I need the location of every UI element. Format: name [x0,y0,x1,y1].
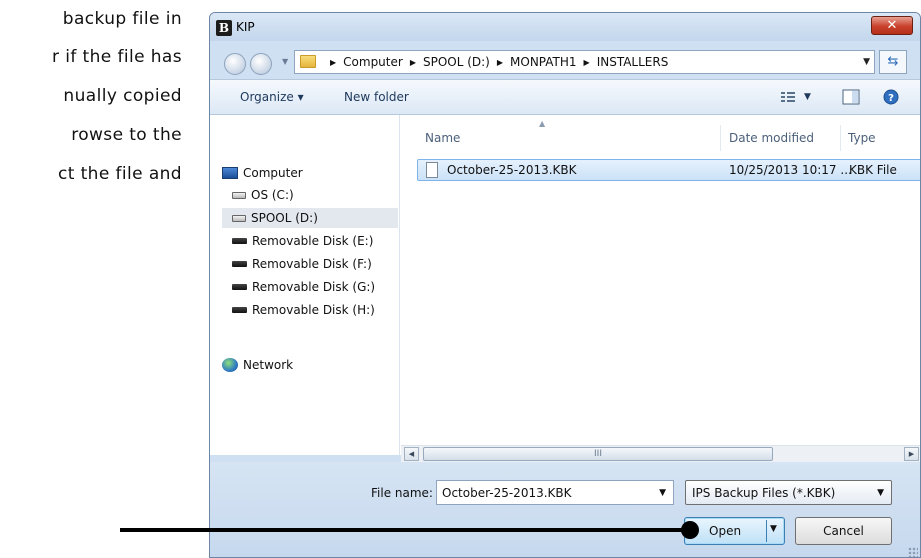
breadcrumb-spool[interactable]: SPOOL (D:) [423,55,490,69]
callout-line [120,528,692,532]
nav-item-label: Network [243,358,294,372]
split-divider [766,520,767,542]
open-file-dialog: B KIP ✕ ▼ ▶ Computer ▶ SPOOL (D:) ▶ MONP… [209,12,921,558]
removable-disk-icon [232,261,247,267]
open-button[interactable]: Open ▼ [684,517,785,545]
open-options-dropdown-icon[interactable]: ▼ [770,524,777,534]
organize-menu-button[interactable]: Organize ▾ [240,90,304,104]
file-type-cell: KBK File [849,163,897,177]
breadcrumb-monpath1[interactable]: MONPATH1 [510,55,577,69]
back-button[interactable] [224,53,246,75]
cancel-button[interactable]: Cancel [795,517,892,545]
breadcrumb-separator-icon[interactable]: ▶ [497,58,503,67]
column-divider[interactable] [840,125,841,151]
file-row[interactable]: October-25-2013.KBK 10/25/2013 10:17 ...… [417,159,920,181]
resize-grip-icon[interactable] [908,547,918,557]
file-type-select[interactable]: IPS Backup Files (*.KBK) ▼ [685,480,892,505]
file-name-input[interactable]: October-25-2013.KBK ▼ [436,480,674,505]
removable-disk-icon [232,238,247,244]
callout-dot [681,521,699,539]
address-bar: ▼ ▶ Computer ▶ SPOOL (D:) ▶ MONPATH1 ▶ I… [210,41,920,77]
nav-item-drive-c[interactable]: OS (C:) [232,185,372,205]
horizontal-scrollbar[interactable]: ◀ III ▶ [401,445,920,462]
file-name-label: File name: [371,486,433,500]
view-dropdown-icon[interactable]: ▼ [804,92,811,102]
computer-icon [222,167,238,179]
preview-pane-icon[interactable] [842,89,860,105]
command-toolbar: Organize ▾ New folder ▼ ? [210,79,920,115]
file-list-pane[interactable]: ▲ Name Date modified Type October-25-201… [401,115,920,455]
folder-icon [300,55,316,68]
hard-drive-icon [232,214,246,222]
nav-item-label: Removable Disk (H:) [252,303,375,317]
sort-ascending-icon: ▲ [539,119,546,128]
forward-button[interactable] [250,53,272,75]
breadcrumb-computer[interactable]: Computer [343,55,403,69]
scrollbar-thumb[interactable]: III [423,447,773,461]
nav-item-drive-g[interactable]: Removable Disk (G:) [232,277,375,297]
refresh-button[interactable]: ⇆ [879,50,907,74]
new-folder-button[interactable]: New folder [344,90,409,104]
nav-item-label: Removable Disk (E:) [252,234,374,248]
window-title: KIP [236,20,255,34]
breadcrumb-separator-icon[interactable]: ▶ [584,58,590,67]
title-bar[interactable]: B KIP ✕ [210,13,920,41]
app-icon: B [216,20,232,36]
document-text-line: backup file in [62,9,182,29]
column-header-type[interactable]: Type [848,131,876,145]
breadcrumb-separator-icon[interactable]: ▶ [330,58,336,67]
nav-item-drive-f[interactable]: Removable Disk (F:) [232,254,372,274]
document-text-line: rowse to the [71,125,182,145]
open-button-label: Open [709,524,742,538]
document-text-line: nually copied [63,86,182,106]
removable-disk-icon [232,307,247,313]
nav-item-label: Removable Disk (F:) [252,257,372,271]
hard-drive-icon [232,191,246,199]
file-date-cell: 10/25/2013 10:17 ... [729,163,852,177]
nav-item-label: OS (C:) [251,188,294,202]
nav-item-drive-d[interactable]: SPOOL (D:) [222,208,398,228]
nav-item-label: Removable Disk (G:) [252,280,376,294]
document-text-line: ct the file and [58,164,182,184]
scroll-right-icon[interactable]: ▶ [904,447,919,461]
address-dropdown-icon[interactable]: ▼ [863,57,870,67]
scroll-left-icon[interactable]: ◀ [404,447,419,461]
svg-text:?: ? [888,93,894,104]
file-name-value: October-25-2013.KBK [442,486,572,500]
breadcrumb: ▶ Computer ▶ SPOOL (D:) ▶ MONPATH1 ▶ INS… [323,55,668,69]
nav-item-drive-h[interactable]: Removable Disk (H:) [232,300,375,320]
recent-pages-dropdown-icon[interactable]: ▼ [282,57,288,66]
dialog-footer: File name: October-25-2013.KBK ▼ IPS Bac… [210,462,920,557]
view-options-icon[interactable] [780,89,798,105]
column-header-name[interactable]: Name [425,131,460,145]
file-type-dropdown-icon[interactable]: ▼ [877,488,884,498]
column-divider[interactable] [720,125,721,151]
breadcrumb-separator-icon[interactable]: ▶ [410,58,416,67]
file-type-value: IPS Backup Files (*.KBK) [692,486,836,500]
file-name-dropdown-icon[interactable]: ▼ [659,488,666,498]
nav-item-network[interactable]: Network [222,355,293,375]
nav-item-label: SPOOL (D:) [251,211,318,225]
network-icon [222,358,238,372]
nav-item-drive-e[interactable]: Removable Disk (E:) [232,231,373,251]
file-icon [426,162,438,178]
close-button[interactable]: ✕ [871,16,913,35]
navigation-pane[interactable]: Computer OS (C:) SPOOL (D:) Removable Di… [210,115,400,455]
removable-disk-icon [232,284,247,290]
nav-item-computer[interactable]: Computer [222,163,303,183]
browser-content: Computer OS (C:) SPOOL (D:) Removable Di… [210,115,920,455]
file-name-cell: October-25-2013.KBK [447,163,577,177]
nav-item-label: Computer [243,166,303,180]
breadcrumb-installers[interactable]: INSTALLERS [597,55,669,69]
column-header-date-modified[interactable]: Date modified [729,131,814,145]
help-icon[interactable]: ? [882,89,900,105]
document-text-line: r if the file has [52,47,182,67]
address-box[interactable]: ▶ Computer ▶ SPOOL (D:) ▶ MONPATH1 ▶ INS… [294,50,875,74]
